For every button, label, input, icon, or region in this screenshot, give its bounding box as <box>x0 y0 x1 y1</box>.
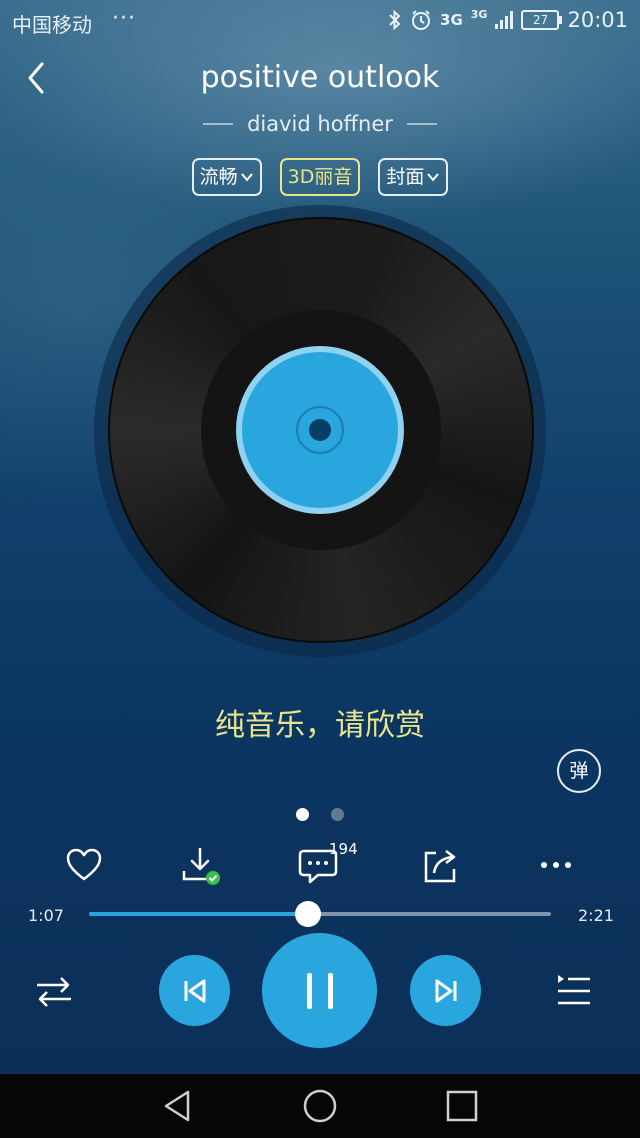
page-dot-active <box>296 808 309 821</box>
pause-icon <box>306 972 333 1009</box>
cover-label: 封面 <box>386 166 425 188</box>
status-bar: 中国移动 ··· 3G 3G 27 20:01 <box>0 0 640 44</box>
playback-controls <box>0 932 640 1052</box>
nav-back-icon[interactable] <box>160 1088 196 1124</box>
action-row <box>0 840 640 890</box>
record-label <box>236 346 404 514</box>
record-spindle-hole <box>309 419 331 441</box>
system-nav-bar <box>0 1074 640 1138</box>
prev-icon <box>184 979 205 1002</box>
share-button[interactable] <box>415 840 465 890</box>
alarm-icon <box>412 10 431 30</box>
song-title: positive outlook <box>200 60 440 95</box>
playlist-icon[interactable] <box>554 972 594 1010</box>
sound-effect-label: 3D丽音 <box>287 166 353 188</box>
artist-row: diavid hoffner <box>0 112 640 136</box>
current-time: 1:07 <box>28 906 64 925</box>
repeat-icon[interactable] <box>34 974 74 1010</box>
chevron-down-icon <box>427 173 440 182</box>
network-type-2: 3G <box>470 8 488 21</box>
pause-button[interactable] <box>262 933 377 1048</box>
page-dot <box>331 808 344 821</box>
artist-name[interactable]: diavid hoffner <box>247 112 393 136</box>
lyrics-line[interactable]: 纯音乐，请欣赏 <box>0 700 640 744</box>
progress-row: 1:07 2:21 <box>0 900 640 930</box>
chevron-down-icon <box>240 173 253 182</box>
duration: 2:21 <box>578 906 614 925</box>
nav-home-icon[interactable] <box>302 1088 338 1124</box>
notification-dots: ··· <box>112 6 136 31</box>
share-icon <box>424 850 456 883</box>
progress-bar[interactable] <box>89 901 551 927</box>
nav-recents-icon[interactable] <box>444 1088 480 1124</box>
artist-divider-right <box>406 123 437 125</box>
like-button[interactable] <box>59 840 109 890</box>
download-button[interactable] <box>175 840 225 890</box>
page-indicator <box>0 808 640 821</box>
next-icon <box>435 979 456 1002</box>
artist-divider-left <box>203 123 234 125</box>
next-button[interactable] <box>410 955 481 1026</box>
comment-count: 194 <box>329 840 358 858</box>
quality-label: 流畅 <box>199 166 238 188</box>
danmu-button[interactable]: 弹 <box>557 749 601 793</box>
carrier-label: 中国移动 <box>12 13 92 37</box>
cover-dropdown[interactable]: 封面 <box>378 158 449 196</box>
quality-dropdown[interactable]: 流畅 <box>191 158 262 196</box>
bluetooth-icon <box>389 10 401 30</box>
more-button[interactable] <box>531 840 581 890</box>
network-type-1: 3G <box>440 11 463 29</box>
download-icon <box>182 847 220 885</box>
sound-effect-button[interactable]: 3D丽音 <box>279 158 361 196</box>
progress-thumb[interactable] <box>295 901 322 927</box>
more-icon <box>541 862 571 868</box>
signal-icon <box>495 11 514 29</box>
heart-icon <box>66 848 102 881</box>
clock: 20:01 <box>567 8 628 32</box>
previous-button[interactable] <box>159 955 230 1026</box>
battery-indicator: 27 <box>521 10 563 30</box>
quality-tags: 流畅 3D丽音 封面 <box>0 158 640 196</box>
progress-fill <box>89 912 309 916</box>
